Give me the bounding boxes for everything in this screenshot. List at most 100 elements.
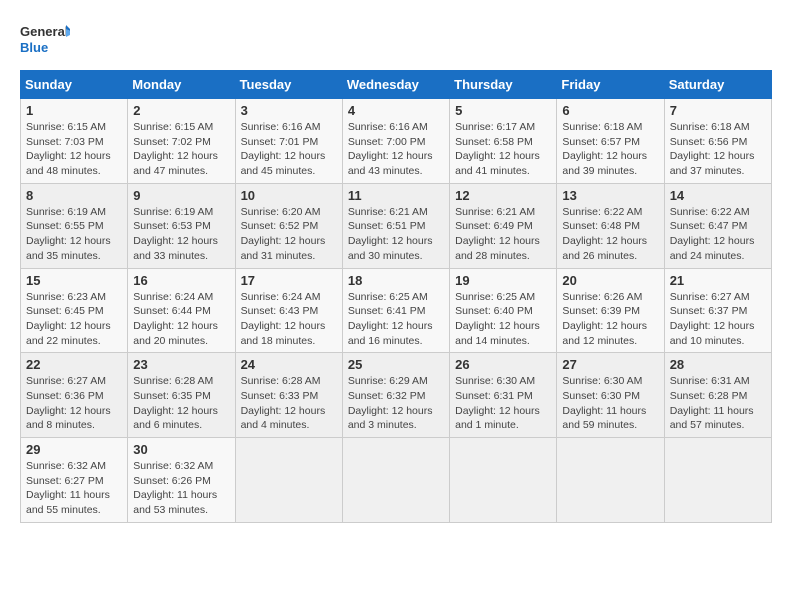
day-number: 5 xyxy=(455,103,551,118)
day-number: 16 xyxy=(133,273,229,288)
cell-info: Sunrise: 6:32 AMSunset: 6:27 PMDaylight:… xyxy=(26,460,110,516)
cell-info: Sunrise: 6:30 AMSunset: 6:30 PMDaylight:… xyxy=(562,375,646,431)
day-number: 25 xyxy=(348,357,444,372)
calendar-table: SundayMondayTuesdayWednesdayThursdayFrid… xyxy=(20,70,772,523)
logo-svg: General Blue xyxy=(20,20,70,60)
cell-info: Sunrise: 6:16 AMSunset: 7:01 PMDaylight:… xyxy=(241,121,326,177)
calendar-week-row: 22 Sunrise: 6:27 AMSunset: 6:36 PMDayligh… xyxy=(21,353,772,438)
calendar-cell: 21Sunrise: 6:27 AMSunset: 6:37 PMDayligh… xyxy=(664,268,771,353)
day-number: 9 xyxy=(133,188,229,203)
calendar-body: 1 Sunrise: 6:15 AMSunset: 7:03 PMDaylight… xyxy=(21,99,772,523)
calendar-cell: 27 Sunrise: 6:30 AMSunset: 6:30 PMDayligh… xyxy=(557,353,664,438)
day-number: 2 xyxy=(133,103,229,118)
calendar-cell: 9 Sunrise: 6:19 AMSunset: 6:53 PMDaylight… xyxy=(128,183,235,268)
cell-info: Sunrise: 6:25 AMSunset: 6:40 PMDaylight:… xyxy=(455,291,540,347)
day-number: 4 xyxy=(348,103,444,118)
cell-info: Sunrise: 6:15 AMSunset: 7:03 PMDaylight:… xyxy=(26,121,111,177)
calendar-cell: 7 Sunrise: 6:18 AMSunset: 6:56 PMDaylight… xyxy=(664,99,771,184)
cell-info: Sunrise: 6:18 AMSunset: 6:56 PMDaylight:… xyxy=(670,121,755,177)
cell-info: Sunrise: 6:21 AMSunset: 6:51 PMDaylight:… xyxy=(348,206,433,262)
calendar-cell: 3Sunrise: 6:16 AMSunset: 7:01 PMDaylight… xyxy=(235,99,342,184)
cell-info: Sunrise: 6:24 AMSunset: 6:43 PMDaylight:… xyxy=(241,291,326,347)
cell-info: Sunrise: 6:28 AMSunset: 6:33 PMDaylight:… xyxy=(241,375,326,431)
calendar-cell: 22 Sunrise: 6:27 AMSunset: 6:36 PMDayligh… xyxy=(21,353,128,438)
day-number: 14 xyxy=(670,188,766,203)
cell-info: Sunrise: 6:19 AMSunset: 6:53 PMDaylight:… xyxy=(133,206,218,262)
calendar-cell xyxy=(450,438,557,523)
svg-text:General: General xyxy=(20,24,68,39)
day-number: 18 xyxy=(348,273,444,288)
cell-info: Sunrise: 6:27 AMSunset: 6:36 PMDaylight:… xyxy=(26,375,111,431)
calendar-cell: 23 Sunrise: 6:28 AMSunset: 6:35 PMDayligh… xyxy=(128,353,235,438)
day-number: 27 xyxy=(562,357,658,372)
cell-info: Sunrise: 6:16 AMSunset: 7:00 PMDaylight:… xyxy=(348,121,433,177)
day-number: 1 xyxy=(26,103,122,118)
page-header: General Blue xyxy=(20,20,772,60)
calendar-cell: 16 Sunrise: 6:24 AMSunset: 6:44 PMDayligh… xyxy=(128,268,235,353)
cell-info: Sunrise: 6:17 AMSunset: 6:58 PMDaylight:… xyxy=(455,121,540,177)
calendar-cell: 18 Sunrise: 6:25 AMSunset: 6:41 PMDayligh… xyxy=(342,268,449,353)
cell-info: Sunrise: 6:24 AMSunset: 6:44 PMDaylight:… xyxy=(133,291,218,347)
weekday-header-cell: Wednesday xyxy=(342,71,449,99)
logo: General Blue xyxy=(20,20,70,60)
weekday-header-cell: Monday xyxy=(128,71,235,99)
calendar-cell: 15Sunrise: 6:23 AMSunset: 6:45 PMDayligh… xyxy=(21,268,128,353)
weekday-header-row: SundayMondayTuesdayWednesdayThursdayFrid… xyxy=(21,71,772,99)
day-number: 30 xyxy=(133,442,229,457)
day-number: 17 xyxy=(241,273,337,288)
calendar-week-row: 1 Sunrise: 6:15 AMSunset: 7:03 PMDaylight… xyxy=(21,99,772,184)
cell-info: Sunrise: 6:25 AMSunset: 6:41 PMDaylight:… xyxy=(348,291,433,347)
weekday-header-cell: Thursday xyxy=(450,71,557,99)
calendar-cell xyxy=(664,438,771,523)
day-number: 22 xyxy=(26,357,122,372)
calendar-cell: 29 Sunrise: 6:32 AMSunset: 6:27 PMDayligh… xyxy=(21,438,128,523)
calendar-week-row: 15Sunrise: 6:23 AMSunset: 6:45 PMDayligh… xyxy=(21,268,772,353)
calendar-cell: 25Sunrise: 6:29 AMSunset: 6:32 PMDayligh… xyxy=(342,353,449,438)
cell-info: Sunrise: 6:22 AMSunset: 6:47 PMDaylight:… xyxy=(670,206,755,262)
calendar-cell: 14 Sunrise: 6:22 AMSunset: 6:47 PMDayligh… xyxy=(664,183,771,268)
calendar-cell xyxy=(342,438,449,523)
day-number: 23 xyxy=(133,357,229,372)
calendar-cell: 10 Sunrise: 6:20 AMSunset: 6:52 PMDayligh… xyxy=(235,183,342,268)
calendar-cell: 11Sunrise: 6:21 AMSunset: 6:51 PMDayligh… xyxy=(342,183,449,268)
day-number: 29 xyxy=(26,442,122,457)
weekday-header-cell: Saturday xyxy=(664,71,771,99)
day-number: 13 xyxy=(562,188,658,203)
cell-info: Sunrise: 6:15 AMSunset: 7:02 PMDaylight:… xyxy=(133,121,218,177)
day-number: 24 xyxy=(241,357,337,372)
calendar-cell xyxy=(235,438,342,523)
calendar-cell: 6Sunrise: 6:18 AMSunset: 6:57 PMDaylight… xyxy=(557,99,664,184)
cell-info: Sunrise: 6:20 AMSunset: 6:52 PMDaylight:… xyxy=(241,206,326,262)
calendar-cell: 4 Sunrise: 6:16 AMSunset: 7:00 PMDaylight… xyxy=(342,99,449,184)
cell-info: Sunrise: 6:23 AMSunset: 6:45 PMDaylight:… xyxy=(26,291,111,347)
day-number: 19 xyxy=(455,273,551,288)
cell-info: Sunrise: 6:28 AMSunset: 6:35 PMDaylight:… xyxy=(133,375,218,431)
calendar-cell: 13 Sunrise: 6:22 AMSunset: 6:48 PMDayligh… xyxy=(557,183,664,268)
cell-info: Sunrise: 6:27 AMSunset: 6:37 PMDaylight:… xyxy=(670,291,755,347)
weekday-header-cell: Friday xyxy=(557,71,664,99)
calendar-cell: 2 Sunrise: 6:15 AMSunset: 7:02 PMDaylight… xyxy=(128,99,235,184)
calendar-cell: 30Sunrise: 6:32 AMSunset: 6:26 PMDayligh… xyxy=(128,438,235,523)
cell-info: Sunrise: 6:19 AMSunset: 6:55 PMDaylight:… xyxy=(26,206,111,262)
cell-info: Sunrise: 6:31 AMSunset: 6:28 PMDaylight:… xyxy=(670,375,754,431)
calendar-cell: 5 Sunrise: 6:17 AMSunset: 6:58 PMDaylight… xyxy=(450,99,557,184)
cell-info: Sunrise: 6:30 AMSunset: 6:31 PMDaylight:… xyxy=(455,375,540,431)
weekday-header-cell: Sunday xyxy=(21,71,128,99)
day-number: 6 xyxy=(562,103,658,118)
day-number: 12 xyxy=(455,188,551,203)
day-number: 10 xyxy=(241,188,337,203)
calendar-cell: 1 Sunrise: 6:15 AMSunset: 7:03 PMDaylight… xyxy=(21,99,128,184)
day-number: 28 xyxy=(670,357,766,372)
weekday-header-cell: Tuesday xyxy=(235,71,342,99)
calendar-cell: 28 Sunrise: 6:31 AMSunset: 6:28 PMDayligh… xyxy=(664,353,771,438)
calendar-cell: 8Sunrise: 6:19 AMSunset: 6:55 PMDaylight… xyxy=(21,183,128,268)
day-number: 7 xyxy=(670,103,766,118)
calendar-week-row: 8Sunrise: 6:19 AMSunset: 6:55 PMDaylight… xyxy=(21,183,772,268)
svg-text:Blue: Blue xyxy=(20,40,48,55)
cell-info: Sunrise: 6:22 AMSunset: 6:48 PMDaylight:… xyxy=(562,206,647,262)
calendar-cell: 24 Sunrise: 6:28 AMSunset: 6:33 PMDayligh… xyxy=(235,353,342,438)
calendar-cell xyxy=(557,438,664,523)
cell-info: Sunrise: 6:21 AMSunset: 6:49 PMDaylight:… xyxy=(455,206,540,262)
calendar-cell: 12 Sunrise: 6:21 AMSunset: 6:49 PMDayligh… xyxy=(450,183,557,268)
day-number: 20 xyxy=(562,273,658,288)
